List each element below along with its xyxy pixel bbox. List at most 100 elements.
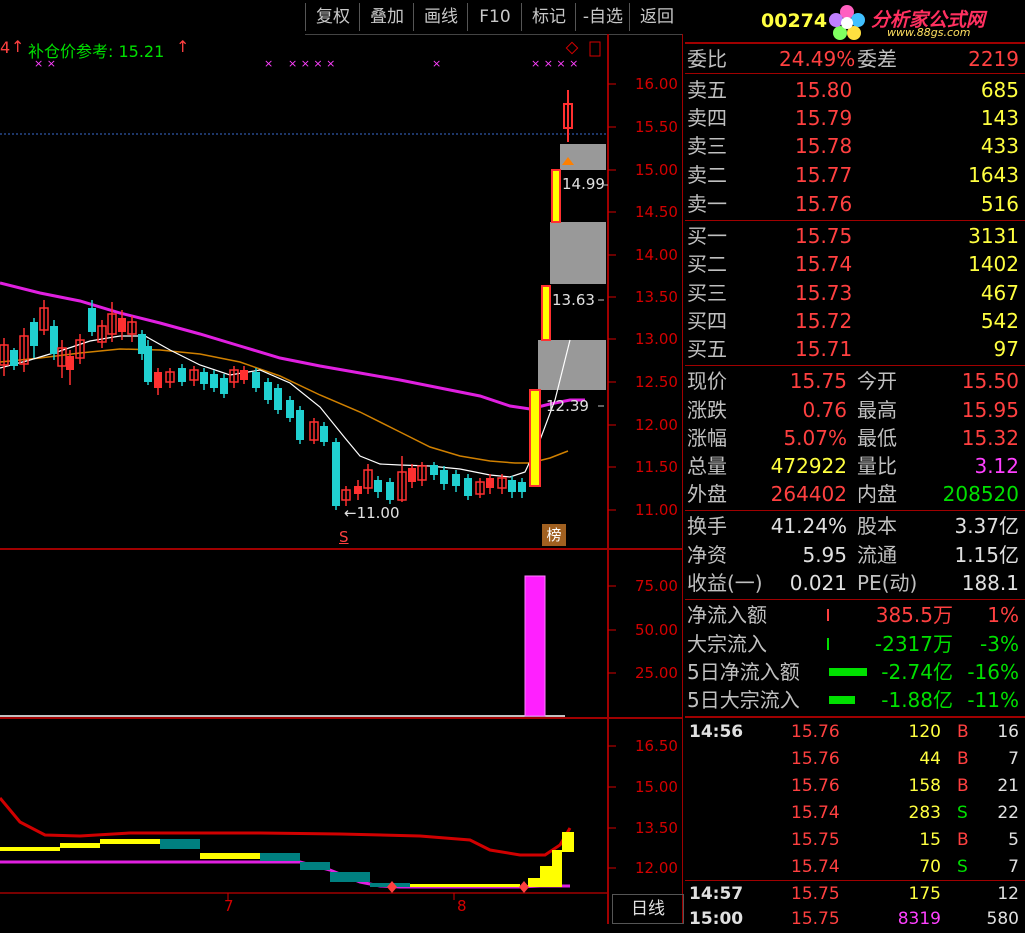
weibi-row: 委比 24.49% 委差 2219 <box>685 45 1023 73</box>
indicator-axis-label: 12.00 <box>635 859 678 877</box>
logo-url: www.88gs.com <box>887 26 971 39</box>
quote-value: 15.32 <box>961 426 1019 450</box>
sell-volume: 516 <box>980 192 1019 216</box>
quote-label: 量比 <box>857 454 897 478</box>
back-button[interactable]: 返回 <box>629 3 684 31</box>
weicha-value: 2219 <box>968 47 1019 71</box>
flow-label: 净流入额 <box>687 603 767 627</box>
weibi-value: 24.49% <box>779 47 856 71</box>
tick-row: 14:56 15.76 120 B 16 <box>689 722 1019 742</box>
sell-volume: 433 <box>980 134 1019 158</box>
buy-price: 15.75 <box>795 224 853 248</box>
quote-value: 0.76 <box>802 398 847 422</box>
buy-label: 买四 <box>687 309 727 333</box>
buy-volume: 3131 <box>968 224 1019 248</box>
svg-text:×: × <box>432 57 441 70</box>
quote-row-pct: 涨幅 5.07% 最低 15.32 <box>685 424 1023 452</box>
fund-value: 5.95 <box>802 543 847 567</box>
buy-volume: 542 <box>980 309 1019 333</box>
sell-row-3[interactable]: 卖三 15.78 433 <box>685 132 1023 160</box>
quote-value: 5.07% <box>783 426 847 450</box>
buy-row-3[interactable]: 买三 15.73 467 <box>685 279 1023 307</box>
fund-row-eps: 收益(一) 0.021 PE(动) 188.1 <box>685 569 1023 597</box>
buy-volume: 467 <box>980 281 1019 305</box>
buy-price: 15.72 <box>795 309 853 333</box>
draw-line-button[interactable]: 画线 <box>413 3 468 31</box>
tick-row: 15.75 15 B 5 <box>791 830 1019 850</box>
quote-row-price: 现价 15.75 今开 15.50 <box>685 367 1023 395</box>
indicator-axis-label: 16.50 <box>635 737 678 755</box>
buy-label: 买三 <box>687 281 727 305</box>
flow-label: 5日大宗流入 <box>687 688 800 712</box>
tick-row: 15.74 283 S 22 <box>791 803 1019 823</box>
price-axis-label: 13.50 <box>635 288 678 306</box>
buy-row-1[interactable]: 买一 15.75 3131 <box>685 222 1023 250</box>
quote-value: 15.75 <box>789 369 847 393</box>
mark-button[interactable]: 标记 <box>521 3 576 31</box>
svg-text:× ×: × × <box>34 57 56 70</box>
price-axis-label: 14.00 <box>635 246 678 264</box>
buy-row-5[interactable]: 买五 15.71 97 <box>685 335 1023 363</box>
stock-code[interactable]: 00274 <box>761 10 827 32</box>
price-annotation-3: 12.39 <box>546 397 589 415</box>
price-axis-label: 13.00 <box>635 330 678 348</box>
add-watchlist-button[interactable]: -自选 <box>575 3 630 31</box>
quote-value: 472922 <box>770 454 847 478</box>
quote-row-volume: 总量 472922 量比 3.12 <box>685 452 1023 480</box>
flower-logo-icon <box>829 5 865 40</box>
quote-label: 内盘 <box>857 482 897 506</box>
flow-value: -2.74亿 <box>881 660 953 684</box>
fund-label: 股本 <box>857 514 897 538</box>
price-axis-label: 12.50 <box>635 373 678 391</box>
flow-row-5d-block: 5日大宗流入 -1.88亿 -11% <box>685 686 1023 714</box>
fund-label: PE(动) <box>857 571 918 595</box>
quote-label: 现价 <box>687 369 727 393</box>
buy-row-2[interactable]: 买二 15.74 1402 <box>685 250 1023 278</box>
flow-bar <box>827 638 829 650</box>
flow-value: -2317万 <box>874 632 953 656</box>
flow-row-net: 净流入额 385.5万 1% <box>685 601 1023 629</box>
fund-label: 收益(一) <box>687 571 763 595</box>
fund-label: 换手 <box>687 514 727 538</box>
overlay-button[interactable]: 叠加 <box>359 3 414 31</box>
fund-value: 188.1 <box>961 571 1019 595</box>
quote-row-outer: 外盘 264402 内盘 208520 <box>685 480 1023 508</box>
buy-label: 买一 <box>687 224 727 248</box>
chart-area[interactable]: 复权 叠加 画线 F10 标记 -自选 返回 4 ↑ 补仓价参考: 15.21 … <box>0 0 684 924</box>
buy-price: 15.71 <box>795 337 853 361</box>
buy-volume: 1402 <box>968 252 1019 276</box>
restore-rights-button[interactable]: 复权 <box>305 3 360 31</box>
sell-row-1[interactable]: 卖一 15.76 516 <box>685 190 1023 218</box>
flow-pct: -16% <box>967 660 1019 684</box>
price-axis-label: 11.50 <box>635 458 678 476</box>
f10-button[interactable]: F10 <box>467 3 522 31</box>
volume-axis-label: 25.00 <box>635 664 678 682</box>
buy-label: 买五 <box>687 337 727 361</box>
sell-row-4[interactable]: 卖四 15.79 143 <box>685 104 1023 132</box>
price-axis-label: 12.00 <box>635 416 678 434</box>
sell-row-2[interactable]: 卖二 15.77 1643 <box>685 161 1023 189</box>
buy-price: 15.73 <box>795 281 853 305</box>
dragon-tiger-badge[interactable]: 榜 <box>542 524 566 546</box>
fund-row-netasset: 净资 5.95 流通 1.15亿 <box>685 541 1023 569</box>
svg-text:×: × <box>264 57 273 70</box>
buy-row-4[interactable]: 买四 15.72 542 <box>685 307 1023 335</box>
sell-row-5[interactable]: 卖五 15.80 685 <box>685 76 1023 104</box>
kline-chart: × × × × × × × × × × × × <box>0 34 683 924</box>
flow-bar <box>827 609 829 621</box>
tick-row: 15.76 158 B 21 <box>791 776 1019 796</box>
quote-label: 涨跌 <box>687 398 727 422</box>
quote-value: 3.12 <box>974 454 1019 478</box>
sell-label: 卖一 <box>687 192 727 216</box>
sell-price: 15.79 <box>795 106 853 130</box>
flow-row-block: 大宗流入 -2317万 -3% <box>685 630 1023 658</box>
flow-pct: -3% <box>980 632 1019 656</box>
indicator-axis-label: 15.00 <box>635 778 678 796</box>
period-button[interactable]: 日线 <box>612 894 684 924</box>
volume-axis-label: 75.00 <box>635 577 678 595</box>
flow-label: 5日净流入额 <box>687 660 800 684</box>
flow-value: 385.5万 <box>875 603 953 627</box>
date-label: 8 <box>457 897 467 915</box>
buy-price: 15.74 <box>795 252 853 276</box>
sell-price: 15.80 <box>795 78 853 102</box>
